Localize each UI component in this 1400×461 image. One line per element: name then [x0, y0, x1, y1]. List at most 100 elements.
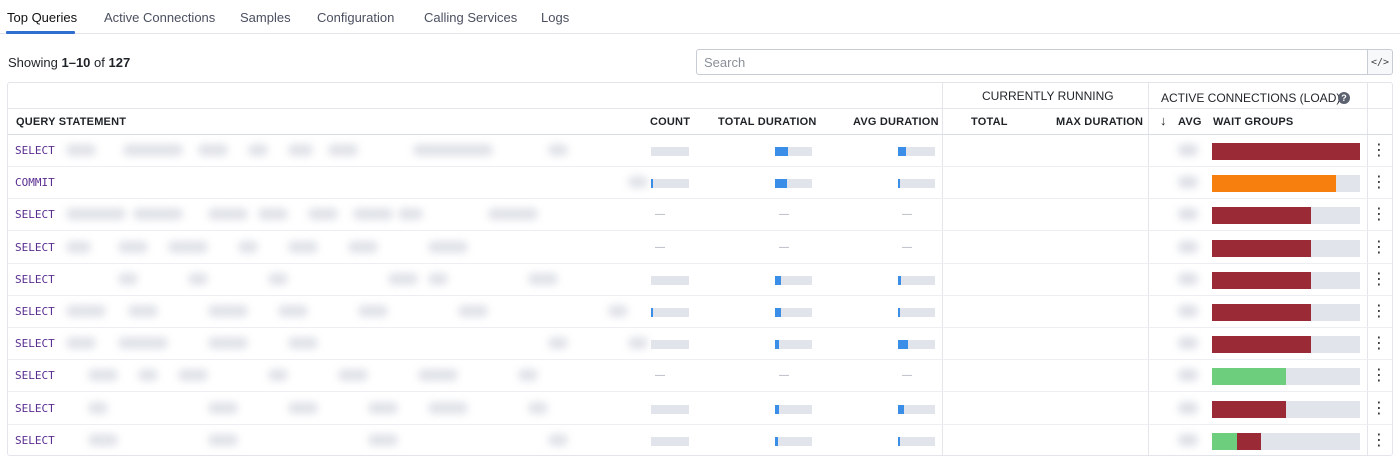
arrow-down-icon[interactable]: ↓ [1160, 113, 1167, 128]
redacted-text [118, 240, 148, 253]
query-statement[interactable]: SELECT [15, 337, 55, 350]
count-bar [651, 404, 689, 414]
redacted-text [268, 272, 288, 285]
table-row[interactable]: SELECT ⋮ [8, 135, 1392, 167]
wait-group-segment[interactable] [1212, 304, 1312, 321]
more-actions-icon[interactable]: ⋮ [1371, 334, 1387, 354]
wait-group-segment[interactable] [1212, 336, 1312, 354]
wait-group-segment[interactable] [1212, 143, 1360, 160]
query-statement[interactable]: SELECT [15, 402, 55, 415]
table-row[interactable]: SELECT ⋮ [8, 393, 1392, 425]
count-empty: — [655, 370, 665, 382]
count-bar [651, 340, 689, 350]
avg-load-value [1178, 176, 1198, 189]
table-row[interactable]: SELECT — — — ⋮ [8, 232, 1392, 264]
total-duration-bar [775, 179, 812, 189]
column-header-query-statement[interactable]: QUERY STATEMENT [16, 116, 126, 128]
more-actions-icon[interactable]: ⋮ [1371, 205, 1387, 225]
tab-logs[interactable]: Logs [541, 10, 569, 25]
wait-groups-bar[interactable] [1212, 400, 1360, 418]
column-header-max-duration[interactable]: MAX DURATION [1056, 116, 1143, 128]
query-statement[interactable]: SELECT [15, 144, 55, 157]
wait-group-segment[interactable] [1212, 271, 1312, 289]
table-row[interactable]: SELECT — — — ⋮ [8, 360, 1392, 393]
redacted-text [628, 337, 648, 350]
redacted-text [66, 305, 106, 317]
count-bar-fill [651, 179, 653, 189]
wait-group-segment[interactable] [1212, 207, 1312, 225]
redacted-text [208, 208, 248, 221]
wait-groups-bar[interactable] [1212, 271, 1360, 289]
wait-group-segment[interactable] [1212, 432, 1238, 450]
code-icon[interactable]: </> [1367, 49, 1393, 75]
tab-samples[interactable]: Samples [240, 10, 291, 25]
wait-groups-bar[interactable] [1212, 143, 1360, 160]
redacted-text [208, 401, 238, 414]
redacted-text [388, 272, 418, 285]
redacted-text [118, 272, 138, 285]
wait-groups-bar[interactable] [1212, 175, 1360, 193]
wait-groups-bar[interactable] [1212, 239, 1360, 257]
column-header-avg[interactable]: AVG [1178, 116, 1202, 128]
wait-group-segment[interactable] [1212, 175, 1337, 193]
question-circle-icon[interactable]: ? [1338, 92, 1350, 104]
wait-group-segment[interactable] [1212, 400, 1286, 418]
tab-configuration[interactable]: Configuration [317, 10, 394, 25]
query-statement[interactable]: SELECT [15, 434, 55, 447]
wait-groups-bar[interactable] [1212, 368, 1360, 386]
more-actions-icon[interactable]: ⋮ [1371, 431, 1387, 451]
redacted-text [428, 401, 468, 414]
redacted-text [198, 144, 228, 156]
more-actions-icon[interactable]: ⋮ [1371, 270, 1387, 290]
wait-group-segment[interactable] [1212, 239, 1312, 257]
table-row[interactable]: COMMIT ⋮ [8, 167, 1392, 200]
tab-calling-services[interactable]: Calling Services [424, 10, 517, 25]
wait-groups-bar[interactable] [1212, 432, 1360, 450]
more-actions-icon[interactable]: ⋮ [1371, 173, 1387, 193]
table-row[interactable]: SELECT — — — ⋮ [8, 199, 1392, 232]
query-statement[interactable]: COMMIT [15, 176, 55, 189]
wait-group-segment[interactable] [1212, 368, 1286, 386]
showing-total: 127 [108, 55, 131, 70]
redacted-text [608, 305, 628, 317]
table-row[interactable]: SELECT ⋮ [8, 328, 1392, 361]
avg-duration-bar-fill [898, 340, 909, 350]
redacted-text [66, 144, 96, 156]
more-actions-icon[interactable]: ⋮ [1371, 141, 1387, 161]
column-header-total[interactable]: TOTAL [971, 116, 1008, 128]
wait-group-segment[interactable] [1237, 432, 1261, 450]
redacted-text [328, 144, 358, 156]
more-actions-icon[interactable]: ⋮ [1371, 238, 1387, 258]
query-statement[interactable]: SELECT [15, 208, 55, 221]
wait-groups-bar[interactable] [1212, 207, 1360, 225]
query-statement[interactable]: SELECT [15, 369, 55, 382]
query-statement[interactable]: SELECT [15, 305, 55, 318]
count-bar [651, 308, 689, 317]
tab-top-queries[interactable]: Top Queries [7, 10, 77, 25]
column-header-avg-duration[interactable]: AVG DURATION [853, 116, 939, 128]
column-header-total-duration[interactable]: TOTAL DURATION [718, 116, 817, 128]
pagination-summary: Showing 1–10 of 127 [8, 55, 130, 70]
total-duration-empty: — [779, 370, 789, 382]
column-header-count[interactable]: COUNT [650, 116, 690, 128]
table-row[interactable]: SELECT ⋮ [8, 296, 1392, 328]
more-actions-icon[interactable]: ⋮ [1371, 399, 1387, 419]
avg-load-value [1178, 369, 1198, 382]
column-header-wait-groups[interactable]: WAIT GROUPS [1213, 116, 1293, 128]
query-statement[interactable]: SELECT [15, 241, 55, 254]
total-duration-bar-fill [775, 436, 778, 446]
group-header-active-connections: ACTIVE CONNECTIONS (LOAD) [1161, 91, 1341, 105]
wait-groups-bar[interactable] [1212, 304, 1360, 321]
avg-load-value [1178, 433, 1198, 446]
wait-groups-bar[interactable] [1212, 336, 1360, 354]
more-actions-icon[interactable]: ⋮ [1371, 302, 1387, 322]
tab-active-connections[interactable]: Active Connections [104, 10, 215, 25]
search-input[interactable] [696, 49, 1368, 75]
table-row[interactable]: SELECT ⋮ [8, 425, 1392, 455]
redacted-text [368, 433, 398, 446]
total-duration-bar [775, 436, 812, 446]
redacted-text [458, 305, 488, 317]
table-row[interactable]: SELECT ⋮ [8, 264, 1392, 296]
more-actions-icon[interactable]: ⋮ [1371, 366, 1387, 386]
query-statement[interactable]: SELECT [15, 273, 55, 286]
